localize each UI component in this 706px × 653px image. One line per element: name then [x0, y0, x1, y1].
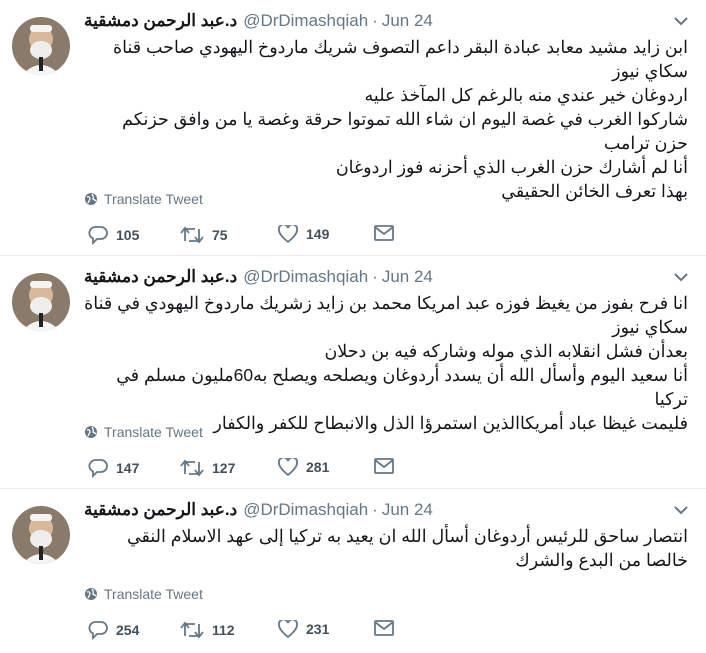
avatar[interactable]: [12, 506, 70, 564]
like-icon: [278, 225, 298, 243]
translate-tweet-link[interactable]: Translate Tweet: [84, 586, 203, 602]
retweet-count: 112: [212, 622, 235, 638]
author-name[interactable]: د.عبد الرحمن دمشقية: [84, 500, 237, 520]
tweet-text: انا فرح بفوز من يغيظ فوزه عبد امريكا محم…: [84, 293, 688, 433]
chevron-down-icon[interactable]: [674, 505, 688, 515]
like-button[interactable]: 281: [278, 458, 329, 476]
translate-label: Translate Tweet: [104, 586, 203, 602]
retweet-count: 75: [212, 227, 228, 243]
reply-icon: [88, 226, 108, 245]
direct-message-button[interactable]: [374, 620, 394, 636]
tweet-text: ابن زايد مشيد معابد عبادة البقر داعم الت…: [112, 37, 688, 201]
translate-tweet-link[interactable]: Translate Tweet: [84, 191, 203, 207]
globe-icon: [85, 588, 97, 600]
tweet-card[interactable]: د.عبد الرحمن دمشقية @DrDimashqiah · Jun …: [0, 489, 706, 653]
translate-label: Translate Tweet: [104, 191, 203, 207]
tweet-header: د.عبد الرحمن دمشقية @DrDimashqiah · Jun …: [84, 500, 433, 520]
like-button[interactable]: 149: [278, 225, 329, 243]
avatar[interactable]: [12, 273, 70, 331]
globe-icon: [85, 426, 97, 438]
like-button[interactable]: 231: [278, 620, 329, 638]
retweet-icon: [180, 226, 204, 244]
translate-label: Translate Tweet: [104, 424, 203, 440]
message-icon: [374, 225, 394, 241]
like-icon: [278, 620, 298, 638]
reply-count: 105: [116, 227, 140, 243]
author-handle[interactable]: @DrDimashqiah: [243, 267, 368, 287]
tweet-actions: 147 127 281: [88, 458, 394, 482]
tweet-card[interactable]: د.عبد الرحمن دمشقية @DrDimashqiah · Jun …: [0, 0, 706, 256]
tweet-text: انتصار ساحق للرئيس أردوغان أسأل الله ان …: [126, 526, 688, 570]
tweet-date[interactable]: Jun 24: [382, 267, 433, 287]
tweet-date[interactable]: Jun 24: [382, 11, 433, 31]
author-name[interactable]: د.عبد الرحمن دمشقية: [84, 267, 237, 287]
reply-button[interactable]: 105: [88, 225, 139, 245]
tweet-header: د.عبد الرحمن دمشقية @DrDimashqiah · Jun …: [84, 11, 433, 31]
tweet-header: د.عبد الرحمن دمشقية @DrDimashqiah · Jun …: [84, 267, 433, 287]
avatar[interactable]: [12, 17, 70, 75]
retweet-icon: [180, 459, 204, 477]
like-icon: [278, 458, 298, 476]
like-count: 281: [306, 459, 330, 475]
retweet-icon: [180, 621, 204, 639]
message-icon: [374, 620, 394, 636]
reply-icon: [88, 621, 108, 640]
retweet-count: 127: [212, 460, 236, 476]
direct-message-button[interactable]: [374, 225, 394, 241]
chevron-down-icon[interactable]: [674, 272, 688, 282]
reply-button[interactable]: 147: [88, 458, 139, 478]
message-icon: [374, 458, 394, 474]
reply-icon: [88, 459, 108, 478]
tweet-card[interactable]: د.عبد الرحمن دمشقية @DrDimashqiah · Jun …: [0, 256, 706, 489]
author-handle[interactable]: @DrDimashqiah: [243, 11, 368, 31]
reply-count: 254: [116, 622, 140, 638]
tweet-actions: 254 112 231: [88, 620, 394, 644]
retweet-button[interactable]: 127: [180, 458, 235, 478]
reply-button[interactable]: 254: [88, 620, 139, 640]
separator-dot: ·: [372, 267, 378, 286]
like-count: 149: [306, 226, 330, 242]
tweet-actions: 105 75 149: [88, 225, 394, 249]
author-name[interactable]: د.عبد الرحمن دمشقية: [84, 11, 237, 31]
globe-icon: [85, 193, 97, 205]
tweet-date[interactable]: Jun 24: [382, 500, 433, 520]
translate-tweet-link[interactable]: Translate Tweet: [84, 424, 203, 440]
separator-dot: ·: [372, 500, 378, 519]
direct-message-button[interactable]: [374, 458, 394, 474]
like-count: 231: [306, 621, 330, 637]
retweet-button[interactable]: 75: [180, 225, 228, 245]
reply-count: 147: [116, 460, 140, 476]
chevron-down-icon[interactable]: [674, 16, 688, 26]
separator-dot: ·: [372, 11, 378, 30]
author-handle[interactable]: @DrDimashqiah: [243, 500, 368, 520]
retweet-button[interactable]: 112: [180, 620, 235, 640]
